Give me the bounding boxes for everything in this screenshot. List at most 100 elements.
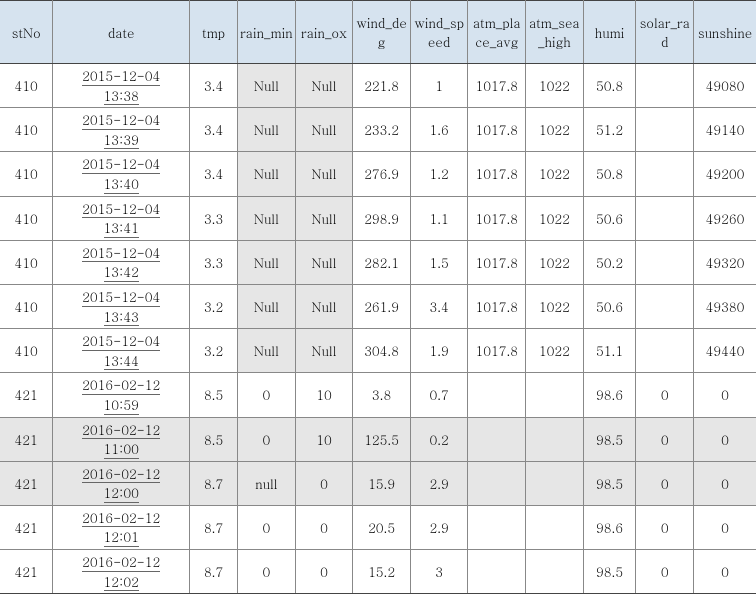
cell-tmp: 8.7: [190, 461, 238, 505]
cell-humi: 98.6: [583, 505, 636, 549]
cell-atm_place_avg: 1017.8: [468, 284, 526, 328]
cell-sunshine: 0: [694, 461, 756, 505]
cell-rain_ox: Null: [295, 196, 353, 240]
cell-atm_sea_high: 1022: [526, 329, 584, 373]
cell-wind_deg: 304.8: [353, 329, 411, 373]
cell-wind_speed: 1.9: [410, 329, 468, 373]
cell-stNo: 410: [0, 240, 53, 284]
cell-solar_rad: [636, 240, 694, 284]
cell-rain_min: null: [238, 461, 296, 505]
col-header-wind-deg: wind_deg: [353, 1, 411, 64]
cell-tmp: 8.7: [190, 505, 238, 549]
cell-stNo: 410: [0, 108, 53, 152]
cell-atm_sea_high: 1022: [526, 64, 584, 108]
cell-atm_place_avg: [468, 373, 526, 417]
cell-humi: 50.6: [583, 284, 636, 328]
table-row: 4102015-12-0413:393.4NullNull233.21.6101…: [0, 108, 756, 152]
cell-stNo: 410: [0, 64, 53, 108]
table-row: 4102015-12-0413:433.2NullNull261.93.4101…: [0, 284, 756, 328]
cell-wind_speed: 3: [410, 550, 468, 594]
cell-date: 2016-02-1212:02: [53, 550, 190, 594]
cell-wind_deg: 221.8: [353, 64, 411, 108]
cell-solar_rad: [636, 64, 694, 108]
cell-rain_min: Null: [238, 152, 296, 196]
cell-wind_speed: 1.5: [410, 240, 468, 284]
cell-humi: 98.5: [583, 417, 636, 461]
col-header-rain-min: rain_min: [238, 1, 296, 64]
cell-solar_rad: [636, 196, 694, 240]
cell-rain_min: Null: [238, 64, 296, 108]
cell-wind_deg: 282.1: [353, 240, 411, 284]
cell-wind_speed: 2.9: [410, 505, 468, 549]
col-header-rain-ox: rain_ox: [295, 1, 353, 64]
cell-atm_place_avg: 1017.8: [468, 240, 526, 284]
data-table: stNo date tmp rain_min rain_ox wind_deg …: [0, 0, 756, 594]
cell-rain_ox: Null: [295, 64, 353, 108]
cell-rain_min: Null: [238, 196, 296, 240]
cell-tmp: 8.7: [190, 550, 238, 594]
cell-humi: 98.5: [583, 550, 636, 594]
cell-wind_deg: 233.2: [353, 108, 411, 152]
cell-date: 2015-12-0413:42: [53, 240, 190, 284]
col-header-date: date: [53, 1, 190, 64]
cell-atm_place_avg: [468, 505, 526, 549]
cell-sunshine: 49080: [694, 64, 756, 108]
cell-rain_min: 0: [238, 373, 296, 417]
cell-tmp: 3.2: [190, 329, 238, 373]
cell-tmp: 3.3: [190, 240, 238, 284]
cell-sunshine: 49380: [694, 284, 756, 328]
col-header-solar-rad: solar_rad: [636, 1, 694, 64]
cell-tmp: 8.5: [190, 373, 238, 417]
cell-tmp: 3.4: [190, 152, 238, 196]
cell-rain_ox: Null: [295, 284, 353, 328]
cell-rain_ox: 0: [295, 550, 353, 594]
cell-atm_sea_high: 1022: [526, 152, 584, 196]
cell-rain_min: Null: [238, 240, 296, 284]
cell-atm_sea_high: [526, 417, 584, 461]
cell-date: 2015-12-0413:38: [53, 64, 190, 108]
cell-wind_deg: 15.9: [353, 461, 411, 505]
table-row: 4102015-12-0413:413.3NullNull298.91.1101…: [0, 196, 756, 240]
cell-rain_min: Null: [238, 108, 296, 152]
cell-date: 2015-12-0413:43: [53, 284, 190, 328]
cell-tmp: 8.5: [190, 417, 238, 461]
cell-date: 2016-02-1212:00: [53, 461, 190, 505]
col-header-atm-sea-high: atm_sea_high: [526, 1, 584, 64]
cell-stNo: 421: [0, 505, 53, 549]
cell-rain_ox: 0: [295, 461, 353, 505]
col-header-stno: stNo: [0, 1, 53, 64]
cell-humi: 50.2: [583, 240, 636, 284]
table-row: 4212016-02-1211:008.5010125.50.298.500: [0, 417, 756, 461]
table-row: 4212016-02-1212:008.7null015.92.998.500: [0, 461, 756, 505]
cell-date: 2016-02-1211:00: [53, 417, 190, 461]
cell-wind_deg: 15.2: [353, 550, 411, 594]
cell-wind_speed: 1: [410, 64, 468, 108]
cell-rain_min: 0: [238, 417, 296, 461]
cell-humi: 50.8: [583, 64, 636, 108]
cell-atm_place_avg: 1017.8: [468, 196, 526, 240]
cell-date: 2015-12-0413:39: [53, 108, 190, 152]
cell-sunshine: 49320: [694, 240, 756, 284]
cell-wind_speed: 1.6: [410, 108, 468, 152]
cell-rain_min: 0: [238, 550, 296, 594]
cell-atm_place_avg: [468, 461, 526, 505]
cell-atm_sea_high: [526, 505, 584, 549]
cell-sunshine: 0: [694, 373, 756, 417]
cell-wind_deg: 298.9: [353, 196, 411, 240]
cell-wind_deg: 261.9: [353, 284, 411, 328]
cell-humi: 98.5: [583, 461, 636, 505]
cell-rain_ox: Null: [295, 329, 353, 373]
col-header-wind-speed: wind_speed: [410, 1, 468, 64]
cell-solar_rad: 0: [636, 417, 694, 461]
col-header-sunshine: sunshine: [694, 1, 756, 64]
cell-wind_deg: 3.8: [353, 373, 411, 417]
cell-tmp: 3.4: [190, 64, 238, 108]
cell-stNo: 410: [0, 329, 53, 373]
col-header-tmp: tmp: [190, 1, 238, 64]
col-header-humi: humi: [583, 1, 636, 64]
table-row: 4102015-12-0413:423.3NullNull282.11.5101…: [0, 240, 756, 284]
cell-humi: 51.1: [583, 329, 636, 373]
cell-solar_rad: [636, 152, 694, 196]
cell-solar_rad: 0: [636, 550, 694, 594]
cell-wind_speed: 1.2: [410, 152, 468, 196]
